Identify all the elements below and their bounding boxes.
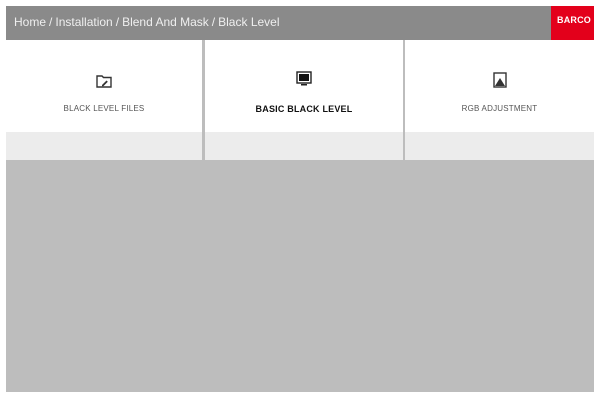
breadcrumb-installation[interactable]: Installation — [55, 15, 112, 29]
header-bar: Home / Installation / Blend And Mask / Black L… — [6, 6, 594, 40]
breadcrumb-separator: / — [211, 15, 216, 29]
breadcrumb-blend-and-mask[interactable]: Blend And Mask — [122, 15, 209, 29]
barco-logo-text: BARCO — [557, 15, 591, 25]
app-frame: Home / Installation / Blend And Mask / Black L… — [6, 6, 594, 392]
tab-label: BASIC BLACK LEVEL — [255, 104, 353, 114]
tab-rgb-adjustment[interactable]: RGB ADJUSTMENT — [405, 40, 594, 160]
tab-bar: BLACK LEVEL FILES BASIC BLACK LEVEL RGB … — [6, 40, 594, 160]
folder-edit-icon — [96, 74, 112, 93]
tab-black-level-files[interactable]: BLACK LEVEL FILES — [6, 40, 202, 160]
breadcrumb: Home / Installation / Blend And Mask / Black L… — [14, 15, 280, 29]
image-adjust-icon — [492, 72, 507, 93]
breadcrumb-current-black-level: Black Level — [218, 15, 280, 29]
breadcrumb-home[interactable]: Home — [14, 15, 46, 29]
breadcrumb-separator: / — [49, 15, 53, 29]
tab-label: BLACK LEVEL FILES — [63, 104, 145, 113]
tab-basic-black-level[interactable]: BASIC BLACK LEVEL — [205, 40, 403, 160]
content-area — [6, 160, 594, 392]
tab-label: RGB ADJUSTMENT — [461, 104, 538, 113]
monitor-black-icon — [296, 71, 312, 91]
barco-logo: BARCO — [551, 6, 594, 40]
breadcrumb-separator: / — [115, 15, 120, 29]
